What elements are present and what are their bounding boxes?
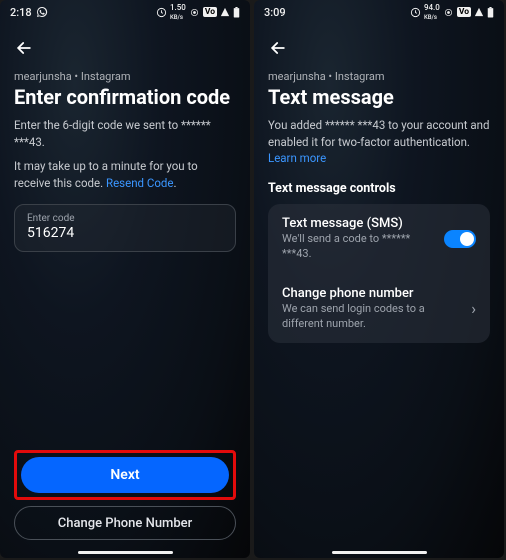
subtext-line1: Enter the 6-digit code we sent to ******…	[14, 117, 236, 150]
subtext: You added ****** ***43 to your account a…	[268, 117, 490, 167]
status-icons: 1.50KB/s Vo	[156, 3, 240, 21]
status-time: 2:18	[10, 6, 32, 19]
bottom-buttons: Next Change Phone Number	[14, 450, 236, 548]
breadcrumb: mearjunsha • Instagram	[268, 70, 490, 83]
page-title: Text message	[268, 85, 490, 109]
sms-toggle-switch[interactable]	[444, 230, 476, 248]
change-phone-button[interactable]: Change Phone Number	[14, 506, 236, 540]
row-subtitle: We'll send a code to ****** ***43.	[282, 232, 434, 262]
back-arrow-icon[interactable]	[268, 38, 288, 58]
subtext-line2: It may take up to a minute for you to re…	[14, 158, 236, 191]
status-bar: 3:09 94.0KB/s Vo	[254, 0, 504, 24]
phone-right: 3:09 94.0KB/s Vo mearjunsha • Instagram …	[254, 0, 504, 558]
whatsapp-icon	[36, 6, 48, 18]
breadcrumb: mearjunsha • Instagram	[14, 70, 236, 83]
next-button[interactable]: Next	[21, 457, 229, 493]
nav-pill[interactable]	[78, 551, 173, 554]
next-button-highlight: Next	[14, 450, 236, 500]
nav-pill[interactable]	[332, 551, 427, 554]
content-area: mearjunsha • Instagram Enter confirmatio…	[0, 24, 250, 548]
learn-more-link[interactable]: Learn more	[268, 151, 326, 165]
status-time: 3:09	[264, 6, 286, 19]
row-title: Change phone number	[282, 286, 461, 301]
code-input[interactable]: Enter code 516274	[14, 204, 236, 252]
row-subtitle: We can send login codes to a different n…	[282, 302, 461, 332]
section-title: Text message controls	[268, 181, 490, 196]
content-area: mearjunsha • Instagram Text message You …	[254, 24, 504, 548]
code-input-label: Enter code	[27, 213, 223, 224]
code-input-value: 516274	[27, 225, 223, 241]
row-title: Text message (SMS)	[282, 216, 434, 231]
sms-toggle-row[interactable]: Text message (SMS) We'll send a code to …	[268, 204, 490, 274]
chevron-right-icon: ›	[471, 299, 476, 318]
status-icons: 94.0KB/s Vo	[410, 3, 494, 21]
change-phone-row[interactable]: Change phone number We can send login co…	[268, 274, 490, 344]
phone-left: 2:18 1.50KB/s Vo mearjunsha • Instagram …	[0, 0, 250, 558]
controls-card: Text message (SMS) We'll send a code to …	[268, 204, 490, 343]
status-bar: 2:18 1.50KB/s Vo	[0, 0, 250, 24]
back-arrow-icon[interactable]	[14, 38, 34, 58]
page-title: Enter confirmation code	[14, 85, 236, 109]
resend-code-link[interactable]: Resend Code	[106, 176, 174, 190]
